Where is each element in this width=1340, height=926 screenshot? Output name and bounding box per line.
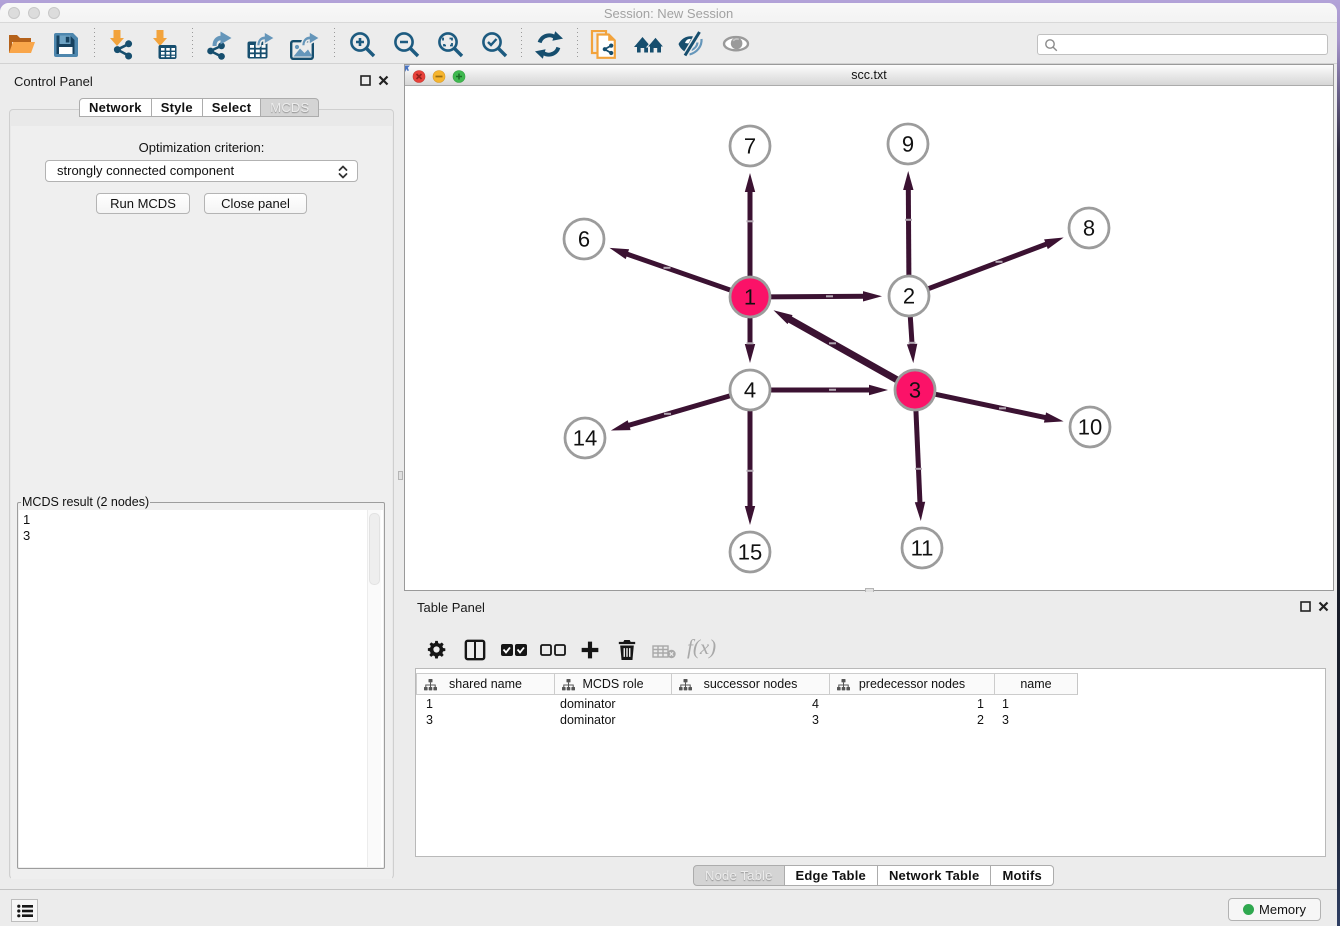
svg-text:8: 8 xyxy=(1083,216,1095,241)
svg-text:2: 2 xyxy=(903,284,915,309)
svg-text:1: 1 xyxy=(744,285,756,310)
svg-text:15: 15 xyxy=(738,540,762,565)
svg-text:10: 10 xyxy=(1078,415,1102,440)
svg-text:11: 11 xyxy=(911,536,934,561)
svg-text:7: 7 xyxy=(744,134,756,159)
svg-text:9: 9 xyxy=(902,132,914,157)
svg-text:3: 3 xyxy=(909,378,921,403)
svg-text:14: 14 xyxy=(573,426,597,451)
svg-text:4: 4 xyxy=(744,378,756,403)
svg-text:6: 6 xyxy=(578,227,590,252)
